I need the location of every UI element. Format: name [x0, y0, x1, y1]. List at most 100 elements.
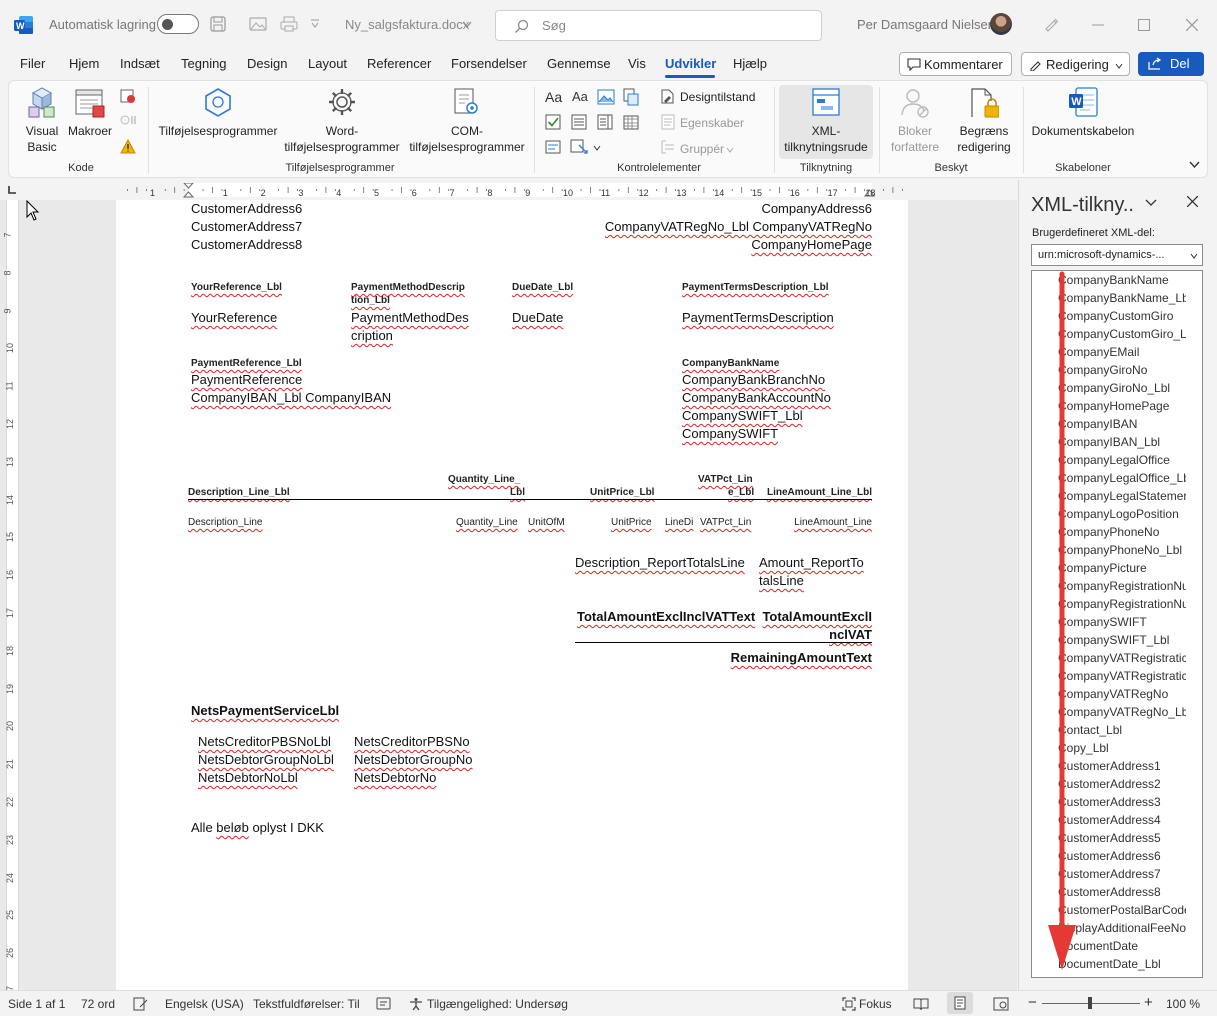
payment-reference-label[interactable]: PaymentReference_Lbl — [191, 358, 302, 369]
document-page[interactable]: CustomerAddress6 CustomerAddress7 Custom… — [116, 200, 908, 990]
editing-mode-button[interactable]: Redigering — [1021, 52, 1130, 76]
payment-method-label-1[interactable]: PaymentMethodDescrip — [351, 282, 465, 293]
company-address6[interactable]: CompanyAddress6 — [761, 201, 872, 216]
description-line-label[interactable]: Description_Line_Lbl — [188, 487, 290, 498]
payment-reference[interactable]: PaymentReference — [191, 372, 302, 387]
vat-pct-label-2[interactable]: e_Lbl — [728, 487, 754, 498]
swift-label[interactable]: CompanySWIFT_Lbl — [682, 408, 803, 423]
customer-address7[interactable]: CustomerAddress7 — [191, 219, 302, 234]
zoom-out-button[interactable]: − — [1028, 994, 1037, 1011]
close-window-icon[interactable] — [1186, 19, 1198, 31]
maximize-icon[interactable] — [1138, 19, 1150, 31]
horizontal-ruler[interactable]: 1 1 2 3 4 5 6 7 8 9 10 11 12 13 14 15 16 17 18 — [116, 183, 908, 198]
macros-button[interactable]: Makroer — [65, 85, 115, 159]
bank-branch[interactable]: CompanyBankBranchNo — [682, 372, 825, 387]
chevron-down-icon[interactable] — [593, 145, 601, 151]
tab-layout[interactable]: Layout — [308, 56, 347, 71]
plain-text-control-icon[interactable]: Aa — [572, 89, 588, 104]
minimize-icon[interactable] — [1092, 24, 1104, 26]
document-template-button[interactable]: W Dokumentskabelon — [1029, 85, 1137, 159]
quantity-line[interactable]: Quantity_Line — [456, 517, 518, 528]
legacy-tools-icon[interactable] — [570, 139, 590, 155]
line-amount[interactable]: LineAmount_Line — [794, 517, 872, 528]
tab-gennemse[interactable]: Gennemse — [547, 56, 611, 71]
tab-udvikler[interactable]: Udvikler — [665, 56, 716, 71]
due-date-label[interactable]: DueDate_Lbl — [512, 282, 573, 293]
payment-method-label-2[interactable]: tion_Lbl — [351, 295, 390, 306]
user-name[interactable]: Per Damsgaard Nielsen — [857, 17, 995, 32]
display-settings-icon[interactable] — [376, 997, 391, 1011]
description-totals-line[interactable]: Description_ReportTotalsLine — [575, 555, 745, 570]
tab-filer[interactable]: Filer — [20, 56, 45, 71]
pen-icon[interactable] — [1043, 16, 1059, 32]
accessibility-status[interactable]: Tilgængelighed: Undersøg — [427, 997, 568, 1011]
chevron-down-icon[interactable] — [462, 21, 472, 29]
combo-box-control-icon[interactable] — [571, 114, 587, 130]
xml-part-select[interactable]: urn:microsoft-dynamics-... — [1031, 244, 1203, 266]
unit-price[interactable]: UnitPrice — [611, 517, 652, 528]
line-amount-label[interactable]: LineAmount_Line_Lbl — [767, 487, 872, 498]
your-reference-label[interactable]: YourReference_Lbl — [191, 282, 282, 293]
tab-indsaet[interactable]: Indsæt — [120, 56, 160, 71]
search-box[interactable]: Søg — [495, 10, 822, 41]
pause-recording-icon[interactable] — [120, 113, 138, 127]
quantity-label-1[interactable]: Quantity_Line_ — [448, 474, 520, 485]
block-authors-button[interactable]: Bloker forfattere — [885, 85, 945, 159]
print-icon[interactable] — [280, 16, 298, 32]
vat-pct-label-1[interactable]: VATPct_Lin — [698, 474, 753, 485]
tab-hjem[interactable]: Hjem — [69, 56, 99, 71]
design-mode-button[interactable]: Designtilstand — [680, 90, 755, 104]
total-amount-text[interactable]: TotalAmountExclInclVATText — [577, 609, 755, 624]
nets-debtor-group-label[interactable]: NetsDebtorGroupNoLbl — [198, 752, 334, 767]
tab-hjaelp[interactable]: Hjælp — [733, 56, 767, 71]
your-reference[interactable]: YourReference — [191, 310, 277, 325]
total-amount-1[interactable]: TotalAmountExclI — [762, 609, 872, 624]
bank-account[interactable]: CompanyBankAccountNo — [682, 390, 831, 405]
payment-terms[interactable]: PaymentTermsDescription — [682, 310, 834, 325]
picture-control-icon[interactable] — [597, 89, 615, 105]
checkbox-control-icon[interactable] — [545, 114, 561, 130]
web-layout-icon[interactable] — [993, 997, 1009, 1011]
zoom-slider[interactable] — [1042, 997, 1140, 1009]
zoom-slider-thumb[interactable] — [1088, 997, 1092, 1009]
payment-method-2[interactable]: cription — [351, 328, 393, 343]
tab-selector-icon[interactable] — [8, 186, 16, 194]
share-button[interactable]: Del — [1138, 52, 1204, 76]
language[interactable]: Engelsk (USA) — [165, 997, 244, 1011]
nets-debtor-value[interactable]: NetsDebtorNo — [354, 770, 436, 785]
tab-tegning[interactable]: Tegning — [181, 56, 227, 71]
payment-method-1[interactable]: PaymentMethodDes — [351, 310, 469, 325]
image-icon[interactable] — [249, 16, 267, 32]
close-pane-icon[interactable] — [1187, 196, 1198, 207]
amount-totals-2[interactable]: talsLine — [759, 573, 804, 588]
amount-totals-1[interactable]: Amount_ReportTo — [759, 555, 864, 570]
addins-button[interactable]: Tilføjelsesprogrammer — [157, 85, 279, 159]
avatar[interactable] — [990, 13, 1012, 35]
nets-creditor-value[interactable]: NetsCreditorPBSNo — [354, 734, 470, 749]
restrict-editing-button[interactable]: Begræns redigering — [951, 85, 1017, 159]
vat-pct-line[interactable]: VATPct_Lin — [700, 517, 751, 528]
iban-line[interactable]: CompanyIBAN_Lbl CompanyIBAN — [191, 390, 391, 405]
currency-note[interactable]: Alle beløb oplyst I DKK — [191, 820, 324, 835]
nets-debtor-label[interactable]: NetsDebtorNoLbl — [198, 770, 298, 785]
word-count[interactable]: 72 ord — [81, 997, 115, 1011]
text-predictions[interactable]: Tekstfuldførelser: Til — [253, 997, 360, 1011]
proofing-icon[interactable] — [133, 997, 148, 1011]
print-layout-button[interactable] — [947, 992, 973, 1014]
group-button[interactable]: Gruppér — [680, 142, 724, 156]
swift[interactable]: CompanySWIFT — [682, 426, 778, 441]
tab-design[interactable]: Design — [247, 56, 287, 71]
company-homepage[interactable]: CompanyHomePage — [751, 237, 872, 252]
nets-debtor-group-value[interactable]: NetsDebtorGroupNo — [354, 752, 473, 767]
zoom-in-button[interactable]: + — [1144, 994, 1153, 1011]
com-addins-button[interactable]: COM-tilføjelsesprogrammer — [405, 85, 529, 159]
nets-creditor-label[interactable]: NetsCreditorPBSNoLbl — [198, 734, 331, 749]
tab-referencer[interactable]: Referencer — [367, 56, 431, 71]
date-picker-control-icon[interactable] — [623, 114, 639, 130]
company-vat-line[interactable]: CompanyVATRegNo_Lbl CompanyVATRegNo — [605, 219, 872, 234]
macro-security-icon[interactable] — [120, 139, 136, 154]
due-date[interactable]: DueDate — [512, 310, 563, 325]
read-mode-icon[interactable] — [913, 997, 929, 1011]
document-filename[interactable]: Ny_salgsfaktura.docx — [345, 17, 469, 32]
building-block-control-icon[interactable] — [623, 88, 639, 106]
